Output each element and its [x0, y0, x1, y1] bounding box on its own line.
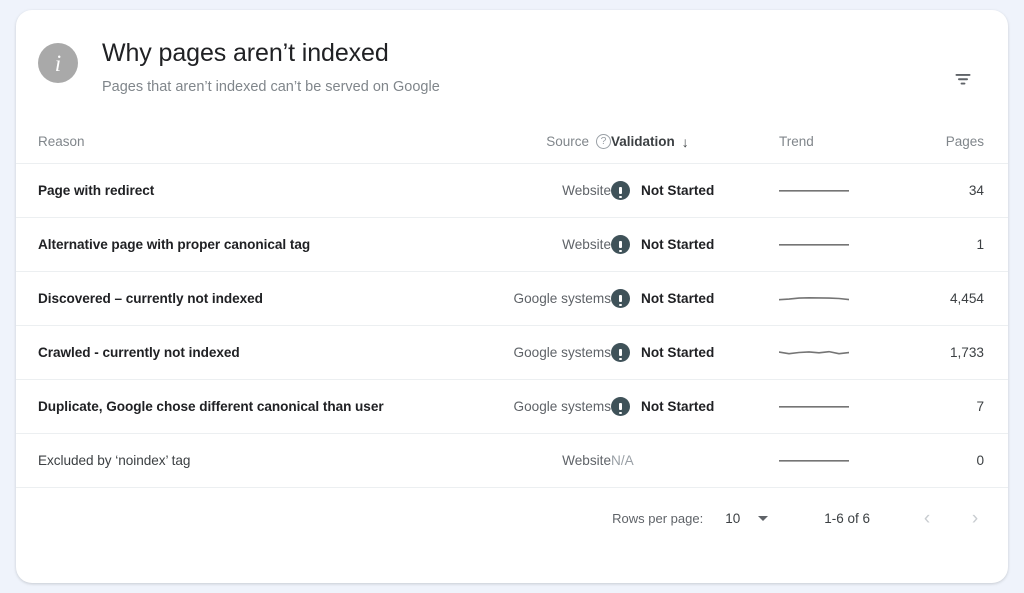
cell-validation: Not Started [611, 218, 779, 272]
trend-sparkline [779, 291, 849, 307]
cell-trend [779, 272, 903, 326]
rows-per-page-value: 10 [725, 511, 740, 526]
table-header-row: Reason Source ? Validation ↓ Trend [16, 134, 1008, 164]
cell-source: Website [446, 164, 611, 218]
cell-pages: 0 [903, 434, 1008, 488]
cell-pages: 7 [903, 380, 1008, 434]
sort-descending-icon: ↓ [682, 135, 689, 149]
table-row[interactable]: Page with redirectWebsite Not Started 34 [16, 164, 1008, 218]
info-icon: i [38, 43, 78, 83]
column-header-pages[interactable]: Pages [903, 134, 1008, 164]
cell-validation: Not Started [611, 326, 779, 380]
cell-validation: Not Started [611, 164, 779, 218]
column-header-trend[interactable]: Trend [779, 134, 903, 164]
table-body: Page with redirectWebsiteNot Started34Al… [16, 164, 1008, 488]
trend-sparkline [779, 183, 849, 199]
indexing-report-card: i Why pages aren’t indexed Pages that ar… [16, 10, 1008, 583]
column-header-source[interactable]: Source ? [446, 134, 611, 164]
cell-validation: N/A [611, 434, 779, 488]
trend-sparkline [779, 399, 849, 415]
table-row[interactable]: Alternative page with proper canonical t… [16, 218, 1008, 272]
column-header-validation[interactable]: Validation ↓ [611, 134, 779, 164]
rows-per-page-label: Rows per page: [612, 511, 703, 526]
cell-pages: 34 [903, 164, 1008, 218]
page-title: Why pages aren’t indexed [102, 36, 440, 70]
alert-icon [611, 343, 630, 362]
cell-source: Website [446, 434, 611, 488]
cell-reason: Crawled - currently not indexed [16, 326, 446, 380]
column-header-validation-label: Validation [611, 134, 675, 149]
validation-status-text: Not Started [641, 291, 714, 306]
cell-trend [779, 218, 903, 272]
cell-source: Website [446, 218, 611, 272]
cell-source: Google systems [446, 380, 611, 434]
next-page-button[interactable]: › [964, 507, 986, 529]
cell-trend [779, 164, 903, 218]
alert-icon [611, 289, 630, 308]
rows-per-page-select[interactable]: 10 [725, 511, 768, 526]
trend-sparkline [779, 453, 849, 469]
table-row[interactable]: Discovered – currently not indexedGoogle… [16, 272, 1008, 326]
column-header-source-label: Source [546, 134, 589, 149]
column-header-reason-label: Reason [38, 134, 85, 149]
validation-status-text: Not Started [641, 237, 714, 252]
cell-pages: 1,733 [903, 326, 1008, 380]
column-header-trend-label: Trend [779, 134, 814, 149]
validation-status-text: Not Started [641, 345, 714, 360]
page-subtitle: Pages that aren’t indexed can’t be serve… [102, 76, 440, 98]
validation-status-text: Not Started [641, 399, 714, 414]
cell-reason: Alternative page with proper canonical t… [16, 218, 446, 272]
filter-button[interactable] [944, 60, 982, 98]
cell-pages: 4,454 [903, 272, 1008, 326]
alert-icon [611, 181, 630, 200]
column-header-reason[interactable]: Reason [16, 134, 446, 164]
alert-icon [611, 235, 630, 254]
validation-status-text: N/A [611, 453, 634, 468]
cell-trend [779, 326, 903, 380]
column-header-pages-label: Pages [946, 134, 984, 149]
table-row[interactable]: Crawled - currently not indexedGoogle sy… [16, 326, 1008, 380]
cell-validation: Not Started [611, 380, 779, 434]
filter-icon [952, 68, 974, 90]
cell-reason: Excluded by ‘noindex’ tag [16, 434, 446, 488]
cell-validation: Not Started [611, 272, 779, 326]
trend-sparkline [779, 237, 849, 253]
cell-pages: 1 [903, 218, 1008, 272]
pagination-range: 1-6 of 6 [824, 511, 870, 526]
cell-source: Google systems [446, 326, 611, 380]
card-header: i Why pages aren’t indexed Pages that ar… [16, 10, 1008, 134]
trend-sparkline [779, 345, 849, 361]
previous-page-button[interactable]: ‹ [916, 507, 938, 529]
cell-source: Google systems [446, 272, 611, 326]
chevron-down-icon [758, 516, 768, 521]
table-row[interactable]: Excluded by ‘noindex’ tagWebsiteN/A 0 [16, 434, 1008, 488]
cell-reason: Duplicate, Google chose different canoni… [16, 380, 446, 434]
indexing-reasons-table: Reason Source ? Validation ↓ Trend [16, 134, 1008, 488]
table-footer: Rows per page: 10 1-6 of 6 ‹ › [16, 488, 1008, 548]
validation-status-text: Not Started [641, 183, 714, 198]
table-row[interactable]: Duplicate, Google chose different canoni… [16, 380, 1008, 434]
cell-reason: Page with redirect [16, 164, 446, 218]
cell-trend [779, 434, 903, 488]
alert-icon [611, 397, 630, 416]
help-icon[interactable]: ? [596, 134, 611, 149]
cell-reason: Discovered – currently not indexed [16, 272, 446, 326]
cell-trend [779, 380, 903, 434]
